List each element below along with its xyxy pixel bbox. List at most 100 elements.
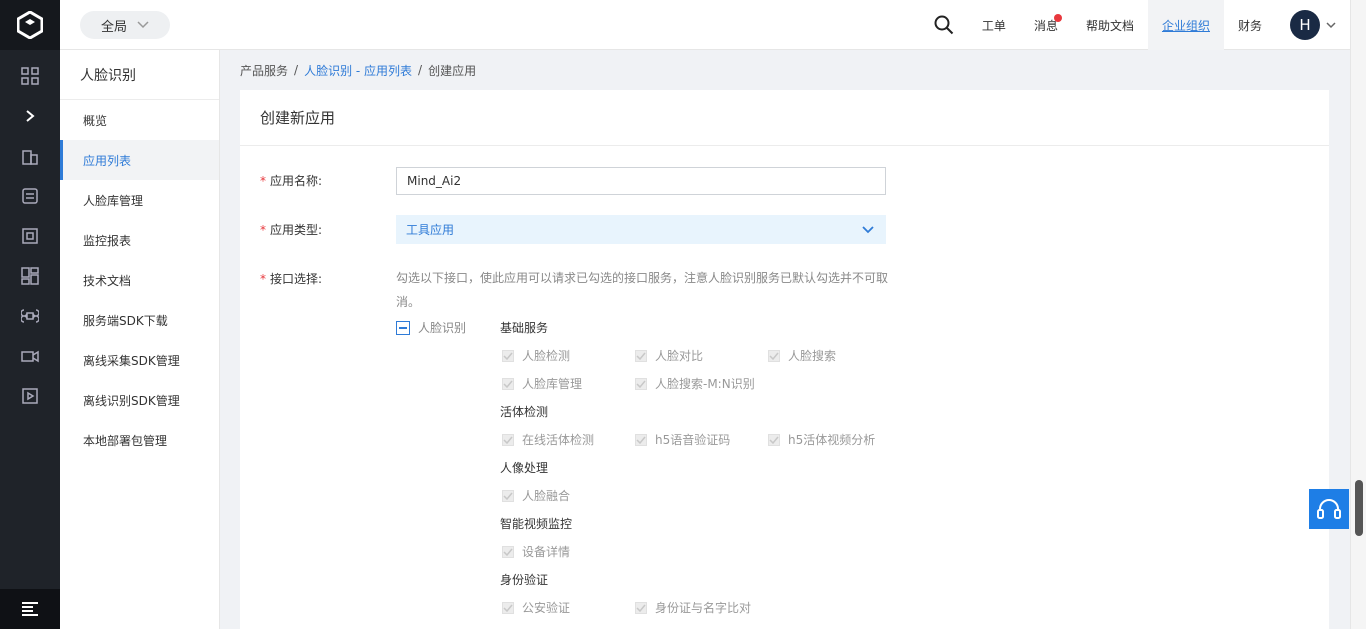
api-option-label: 人脸检测	[522, 349, 571, 363]
api-option: 公安验证	[502, 599, 570, 616]
api-option-label: 设备详情	[522, 545, 571, 559]
page-scrollbar[interactable]	[1350, 0, 1366, 629]
app-type-label: * 应用类型:	[260, 221, 322, 238]
top-bar: 全局 工单 消息 帮助文档 企业组织 财务 H	[60, 0, 1350, 50]
api-select-label-text: 接口选择:	[270, 272, 323, 286]
scrollbar-thumb[interactable]	[1355, 480, 1363, 536]
device-icon[interactable]	[0, 216, 60, 256]
nav-finance[interactable]: 财务	[1224, 0, 1276, 50]
nav-tickets-label: 工单	[981, 18, 1006, 33]
sidebar-item-app-list[interactable]: 应用列表	[60, 140, 219, 180]
sidebar-item-offline-recognition-sdk[interactable]: 离线识别SDK管理	[60, 380, 219, 420]
api-option: 人脸库管理	[502, 375, 582, 392]
app-type-value: 工具应用	[406, 223, 455, 237]
breadcrumb-current: 创建应用	[428, 63, 477, 78]
create-app-card: 创建新应用 * 应用名称: Mind_Ai2 * 应用类型: 工具应用 * 接口选择:…	[240, 90, 1329, 629]
app-type-label-text: 应用类型:	[270, 223, 323, 237]
user-menu[interactable]: H	[1276, 0, 1350, 50]
group-title-video-monitor: 智能视频监控	[500, 517, 573, 531]
sidebar-item-server-sdk[interactable]: 服务端SDK下载	[60, 300, 219, 340]
nav-enterprise-org[interactable]: 企业组织	[1147, 0, 1224, 50]
grid-icon[interactable]	[0, 56, 60, 96]
api-option-label: 人脸库管理	[522, 377, 583, 391]
breadcrumb-parent-link[interactable]: 人脸识别 - 应用列表	[304, 62, 412, 79]
api-option-label: 身份证与名字比对	[655, 601, 752, 615]
app-name-label-text: 应用名称:	[270, 174, 323, 188]
api-option-label: 人脸对比	[655, 349, 704, 363]
page-title: 创建新应用	[240, 90, 1329, 146]
sidebar-item-overview[interactable]: 概览	[60, 100, 219, 140]
checkbox-disabled-checked	[635, 377, 647, 390]
checkbox-disabled-checked	[635, 349, 647, 362]
api-option: 人脸检测	[502, 347, 570, 364]
breadcrumb-root[interactable]: 产品服务	[240, 62, 288, 79]
app-name-label: * 应用名称:	[260, 172, 322, 189]
api-option: 人脸融合	[502, 487, 570, 504]
api-hint-text: 勾选以下接口，使此应用可以请求已勾选的接口服务，注意人脸识别服务已默认勾选并不可…	[396, 271, 889, 309]
checkbox-disabled-checked	[502, 377, 514, 390]
api-option-label: 人脸融合	[522, 489, 571, 503]
api-option: 在线活体检测	[502, 431, 594, 448]
api-option: 身份证与名字比对	[635, 599, 751, 616]
api-option: h5语音验证码	[635, 431, 730, 448]
group-face-recognition-label: 人脸识别	[418, 321, 467, 335]
breadcrumb-separator: /	[294, 63, 299, 77]
app-type-select[interactable]: 工具应用	[396, 215, 886, 244]
checkbox-disabled-checked	[502, 601, 514, 614]
play-icon[interactable]	[0, 376, 60, 416]
sidebar-title: 人脸识别	[60, 50, 219, 100]
top-nav: 工单 消息 帮助文档 企业组织 财务 H	[920, 0, 1350, 50]
sidebar-item-face-library[interactable]: 人脸库管理	[60, 180, 219, 220]
group-title-portrait: 人像处理	[500, 461, 549, 475]
expand-chevron-icon[interactable]	[0, 96, 60, 136]
video-camera-icon[interactable]	[0, 336, 60, 376]
customer-service-button[interactable]	[1309, 489, 1349, 529]
api-option-label: h5活体视频分析	[788, 433, 876, 447]
app-name-input[interactable]: Mind_Ai2	[396, 167, 886, 195]
scope-dropdown[interactable]: 全局	[80, 11, 170, 39]
api-option: 设备详情	[502, 543, 570, 560]
sidebar-item-monitor-reports[interactable]: 监控报表	[60, 220, 219, 260]
api-option-label: 在线活体检测	[522, 433, 595, 447]
api-option-label: 人脸搜索	[788, 349, 837, 363]
chevron-down-icon	[1326, 21, 1336, 28]
breadcrumb: 产品服务 / 人脸识别 - 应用列表 / 创建应用	[240, 60, 476, 80]
logo[interactable]	[0, 0, 60, 50]
api-option: h5活体视频分析	[768, 431, 875, 448]
headset-icon	[1317, 499, 1341, 519]
left-icon-rail	[0, 0, 60, 629]
checkbox-disabled-checked	[502, 489, 514, 502]
api-option: 人脸搜索-M:N识别	[635, 375, 755, 392]
group-title-identity: 身份验证	[500, 573, 549, 587]
nav-messages[interactable]: 消息	[1020, 0, 1072, 50]
api-select-label: * 接口选择:	[260, 270, 322, 287]
nav-enterprise-org-label: 企业组织	[1161, 18, 1210, 33]
sidebar-item-local-deploy[interactable]: 本地部署包管理	[60, 420, 219, 460]
search-button[interactable]	[920, 0, 968, 50]
checkbox-disabled-checked	[768, 349, 780, 362]
checkbox-disabled-checked	[635, 433, 647, 446]
notification-dot	[1053, 14, 1062, 22]
required-mark: *	[260, 223, 266, 237]
dashboard-icon[interactable]	[0, 256, 60, 296]
checkbox-disabled-checked	[635, 601, 647, 614]
breadcrumb-separator: /	[418, 63, 423, 77]
nav-help-docs[interactable]: 帮助文档	[1072, 0, 1148, 50]
group-face-recognition[interactable]: 人脸识别	[396, 319, 466, 336]
nav-tickets[interactable]: 工单	[968, 0, 1020, 50]
menu-toggle-icon[interactable]	[0, 589, 60, 629]
api-option-label: 人脸搜索-M:N识别	[655, 377, 755, 391]
product-sidebar: 人脸识别 概览 应用列表 人脸库管理 监控报表 技术文档 服务端SDK下载 离线…	[60, 50, 220, 629]
command-icon[interactable]	[0, 296, 60, 336]
required-mark: *	[260, 272, 266, 286]
indeterminate-checkbox[interactable]	[396, 320, 410, 335]
group-title-liveness: 活体检测	[500, 405, 549, 419]
database-icon[interactable]	[0, 176, 60, 216]
sidebar-item-offline-capture-sdk[interactable]: 离线采集SDK管理	[60, 340, 219, 380]
sidebar-item-tech-docs[interactable]: 技术文档	[60, 260, 219, 300]
nav-help-docs-label: 帮助文档	[1085, 18, 1134, 33]
building-icon[interactable]	[0, 136, 60, 176]
checkbox-disabled-checked	[768, 433, 780, 446]
chevron-down-icon	[137, 21, 149, 29]
scope-label: 全局	[100, 19, 127, 35]
